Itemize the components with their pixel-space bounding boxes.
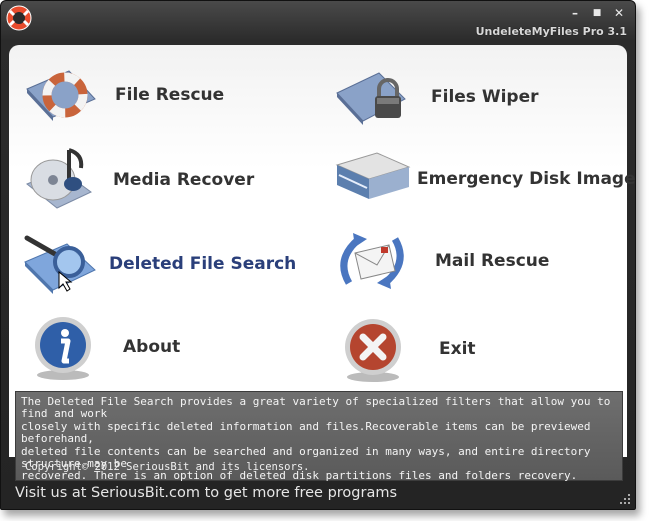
description-line: The Deleted File Search provides a great… (21, 395, 611, 421)
about-label: About (123, 337, 181, 357)
description-line: closely with specific deleted informatio… (21, 419, 591, 446)
lifebuoy-folder-icon (26, 70, 96, 121)
padlock-folder-icon (336, 72, 406, 125)
app-logo-icon[interactable] (5, 4, 33, 32)
website-link[interactable]: Visit us at SeriousBit.com to get more f… (15, 485, 397, 501)
mail-rescue-tile[interactable]: Mail Rescue (333, 225, 549, 297)
mail-rescue-label: Mail Rescue (435, 251, 550, 271)
music-disc-icon (26, 148, 92, 209)
files-wiper-label: Files Wiper (431, 87, 539, 107)
file-rescue-tile[interactable]: File Rescue (21, 59, 224, 131)
emergency-disk-image-label: Emergency Disk Image (417, 169, 636, 189)
file-rescue-label: File Rescue (115, 85, 225, 105)
hard-disk-icon (335, 152, 411, 199)
description-panel: The Deleted File Search provides a great… (15, 391, 623, 482)
mail-arrows-icon (340, 233, 404, 289)
exit-tile[interactable]: Exit (337, 313, 476, 385)
media-recover-tile[interactable]: Media Recover (21, 144, 254, 216)
files-wiper-tile[interactable]: Files Wiper (333, 61, 539, 133)
close-button[interactable]: ✕ (611, 6, 627, 20)
x-circle-icon (345, 319, 401, 382)
info-icon (35, 317, 91, 380)
copyright-text: Copyright© 2012 SeriousBit and its licen… (25, 461, 310, 473)
maximize-button[interactable]: ■ (589, 6, 605, 20)
deleted-file-search-tile[interactable]: Deleted File Search (21, 228, 296, 300)
window-title: UndeleteMyFiles Pro 3.1 (475, 25, 627, 38)
app-window: – ■ ✕ UndeleteMyFiles Pro 3.1 File Rescu… (0, 0, 636, 510)
deleted-file-search-label: Deleted File Search (109, 254, 297, 274)
exit-label: Exit (439, 339, 476, 359)
media-recover-label: Media Recover (113, 170, 255, 190)
emergency-disk-image-tile[interactable]: Emergency Disk Image (333, 143, 636, 215)
about-tile[interactable]: About (27, 311, 180, 383)
resize-grip-icon[interactable] (619, 493, 631, 505)
magnifier-folder-icon (24, 235, 96, 294)
minimize-button[interactable]: – (567, 6, 583, 20)
